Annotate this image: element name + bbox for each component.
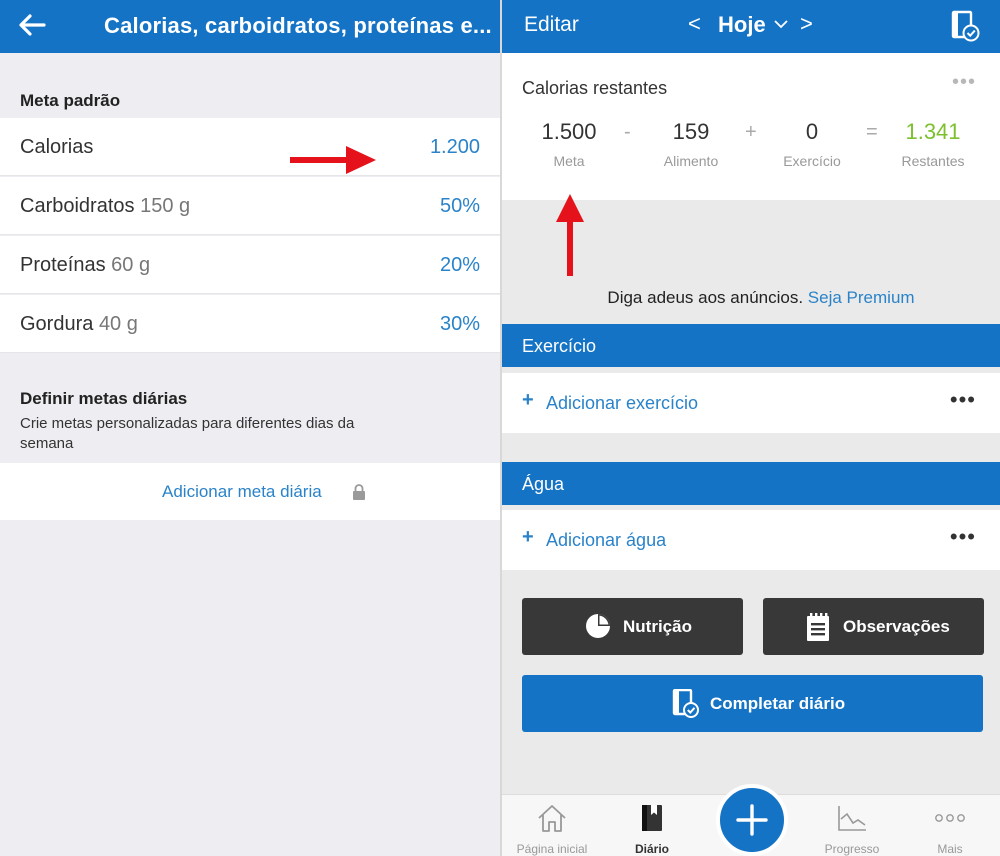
complete-diary-icon[interactable] (950, 10, 980, 42)
calories-remaining: 1.341 Restantes (883, 119, 983, 169)
add-daily-goal-label: Adicionar meta diária (162, 482, 322, 501)
notepad-icon (807, 613, 829, 641)
remaining-value: 1.341 (905, 119, 961, 144)
diary-screen: Editar < Hoje > Calorias restantes ••• 1… (502, 0, 1000, 856)
complete-diary-button[interactable]: Completar diário (522, 675, 983, 732)
exercise-section-header: Exercício (502, 324, 1000, 367)
complete-diary-label: Completar diário (710, 694, 846, 713)
calories-remaining-card: Calorias restantes ••• 1.500 Meta - 159 … (502, 53, 1000, 200)
tab-label: Progresso (824, 842, 880, 856)
add-exercise-row[interactable]: + Adicionar exercício ••• (502, 373, 1000, 433)
premium-promo: Diga adeus aos anúncios. Seja Premium (502, 288, 1000, 308)
more-options-icon[interactable]: ••• (952, 71, 976, 94)
minus-operator: - (624, 121, 631, 143)
calories-goal: 1.500 Meta (519, 119, 619, 169)
goal-caption: Meta (553, 153, 585, 169)
chart-icon (838, 806, 866, 831)
previous-day-button[interactable]: < (688, 11, 701, 37)
left-header: Calorias, carboidratos, proteínas e... (0, 0, 500, 53)
goal-row-carbs[interactable]: Carboidratos 150 g 50% (0, 177, 500, 235)
nutrition-button[interactable]: Nutrição (522, 598, 743, 655)
add-daily-goal-button[interactable]: Adicionar meta diária (0, 463, 500, 520)
add-entry-fab[interactable] (716, 784, 788, 856)
plus-icon: + (522, 526, 534, 548)
tab-diary[interactable]: Diário (602, 795, 702, 856)
edit-button[interactable]: Editar (524, 13, 579, 37)
complete-diary-icon (672, 689, 699, 718)
tab-label: Página inicial (516, 842, 588, 856)
exercise-caption: Exercício (783, 153, 841, 169)
page-title: Calorias, carboidratos, proteínas e... (104, 13, 492, 38)
goal-row-calories[interactable]: Calorias 1.200 (0, 118, 500, 176)
tab-more[interactable]: Mais (900, 795, 1000, 856)
remaining-caption: Restantes (901, 153, 965, 169)
home-icon (538, 805, 566, 832)
plus-icon (736, 804, 768, 836)
goal-value: 1.500 (541, 119, 597, 144)
tab-home[interactable]: Página inicial (502, 795, 602, 856)
daily-goals-description: Crie metas personalizadas para diferente… (20, 415, 355, 452)
water-header-label: Água (522, 474, 565, 494)
section-daily-goals: Definir metas diárias (20, 389, 188, 408)
date-selector[interactable]: Hoje (718, 12, 766, 38)
promo-text: Diga adeus aos anúncios. (607, 288, 804, 307)
food-caption: Alimento (663, 153, 719, 169)
add-water-row[interactable]: + Adicionar água ••• (502, 510, 1000, 570)
exercise-header-label: Exercício (522, 336, 597, 356)
goal-label: Gordura 40 g (20, 313, 138, 335)
section-default-goal: Meta padrão (20, 91, 121, 110)
add-exercise-label[interactable]: Adicionar exercício (546, 393, 698, 414)
calories-food: 159 Alimento (641, 119, 741, 169)
more-options-icon[interactable]: ••• (950, 524, 976, 550)
annotation-arrow-up-icon (556, 194, 584, 276)
goal-label: Carboidratos 150 g (20, 195, 191, 217)
more-dots-icon (935, 814, 965, 822)
goal-row-fat[interactable]: Gordura 40 g 30% (0, 295, 500, 353)
goal-value: 20% (439, 254, 480, 276)
equals-operator: = (866, 121, 878, 143)
water-section-header: Água (502, 462, 1000, 505)
notes-button[interactable]: Observações (763, 598, 984, 655)
pie-chart-icon (586, 614, 610, 638)
plus-icon: + (522, 389, 534, 411)
calories-title: Calorias restantes (522, 78, 668, 98)
goal-value: 50% (439, 195, 480, 217)
add-water-label[interactable]: Adicionar água (546, 530, 666, 551)
lock-icon (353, 484, 365, 500)
goal-value: 1.200 (429, 136, 480, 158)
notes-label: Observações (843, 617, 950, 636)
tab-label: Diário (634, 842, 669, 856)
tab-progress[interactable]: Progresso (802, 795, 902, 856)
plus-operator: + (745, 121, 757, 143)
goal-label: Proteínas 60 g (20, 254, 151, 276)
premium-link[interactable]: Seja Premium (808, 288, 915, 307)
tab-label: Mais (937, 842, 963, 856)
food-value: 159 (672, 119, 710, 144)
diary-book-icon (642, 805, 662, 831)
exercise-value: 0 (805, 119, 819, 144)
goal-value: 30% (439, 313, 480, 335)
goal-row-protein[interactable]: Proteínas 60 g 20% (0, 236, 500, 294)
more-options-icon[interactable]: ••• (950, 387, 976, 413)
next-day-button[interactable]: > (800, 11, 813, 37)
back-arrow-icon[interactable] (14, 9, 50, 41)
annotation-arrow-right-icon (290, 146, 376, 174)
goals-screen: Calorias, carboidratos, proteínas e... M… (0, 0, 500, 856)
chevron-down-icon[interactable] (774, 19, 788, 29)
calories-exercise: 0 Exercício (762, 119, 862, 169)
nutrition-label: Nutrição (623, 617, 692, 636)
right-header: Editar < Hoje > (502, 0, 1000, 53)
goal-label: Calorias (20, 136, 94, 158)
